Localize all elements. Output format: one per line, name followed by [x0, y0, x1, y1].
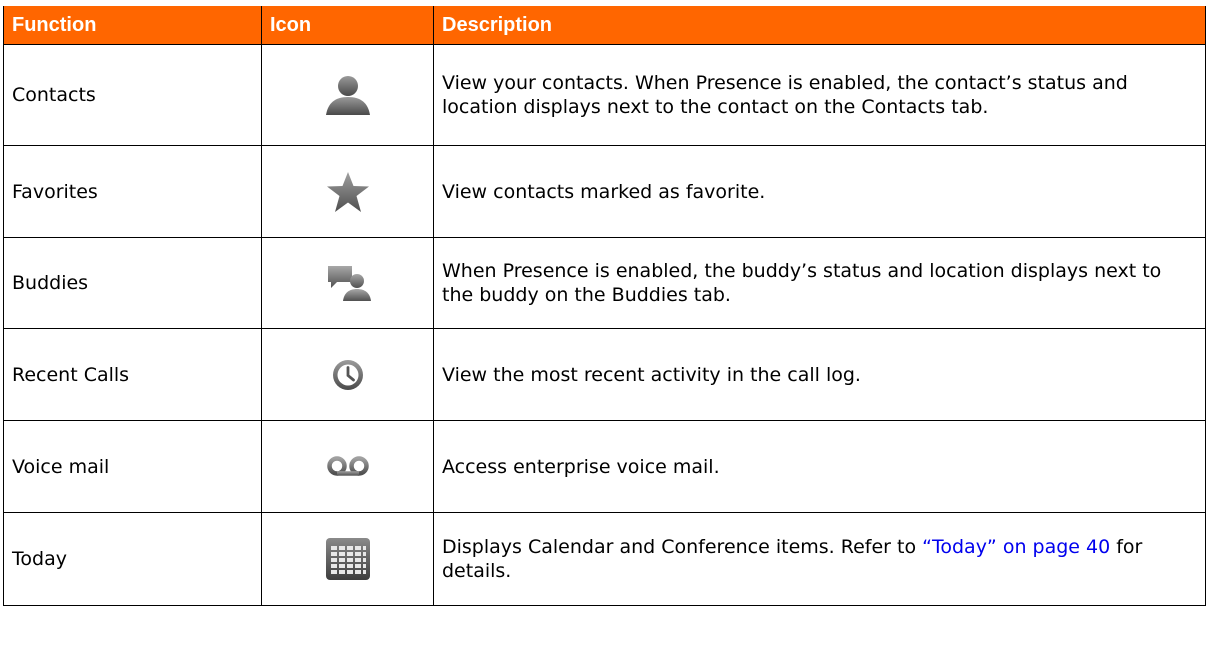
header-function: Function [3, 6, 262, 45]
buddies-chat-icon [261, 237, 434, 329]
voicemail-icon [261, 420, 434, 513]
contact-person-icon [261, 44, 434, 146]
header-description: Description [433, 6, 1206, 45]
function-description: Displays Calendar and Conference items. … [433, 512, 1206, 606]
header-icon: Icon [261, 6, 434, 45]
function-name: Buddies [3, 237, 262, 329]
calendar-grid-icon [261, 512, 434, 606]
table-row: Today Displays Calendar and Conference i… [3, 512, 1206, 606]
table-row: Recent Calls View the most recent activi… [3, 328, 1206, 421]
table-row: Buddies When Presence is enabled, the bu… [3, 237, 1206, 329]
function-name: Recent Calls [3, 328, 262, 421]
function-description: When Presence is enabled, the buddy’s st… [433, 237, 1206, 329]
function-name: Contacts [3, 44, 262, 146]
table-row: Voice mail Access enterprise voice mail. [3, 420, 1206, 513]
function-description: View contacts marked as favorite. [433, 145, 1206, 238]
function-name: Favorites [3, 145, 262, 238]
function-description: View the most recent activity in the cal… [433, 328, 1206, 421]
table-row: Favorites View contacts marked as favori… [3, 145, 1206, 238]
function-description: View your contacts. When Presence is ena… [433, 44, 1206, 146]
clock-icon [261, 328, 434, 421]
function-name: Voice mail [3, 420, 262, 513]
star-icon [261, 145, 434, 238]
description-text: Displays Calendar and Conference items. … [442, 536, 923, 558]
table-row: Contacts View your contacts. When Presen… [3, 44, 1206, 146]
function-name: Today [3, 512, 262, 606]
function-description: Access enterprise voice mail. [433, 420, 1206, 513]
today-page-link[interactable]: “Today” on page 40 [922, 536, 1110, 558]
function-reference-table: Function Icon Description Contacts View … [3, 6, 1206, 606]
table-header-row: Function Icon Description [3, 6, 1206, 45]
